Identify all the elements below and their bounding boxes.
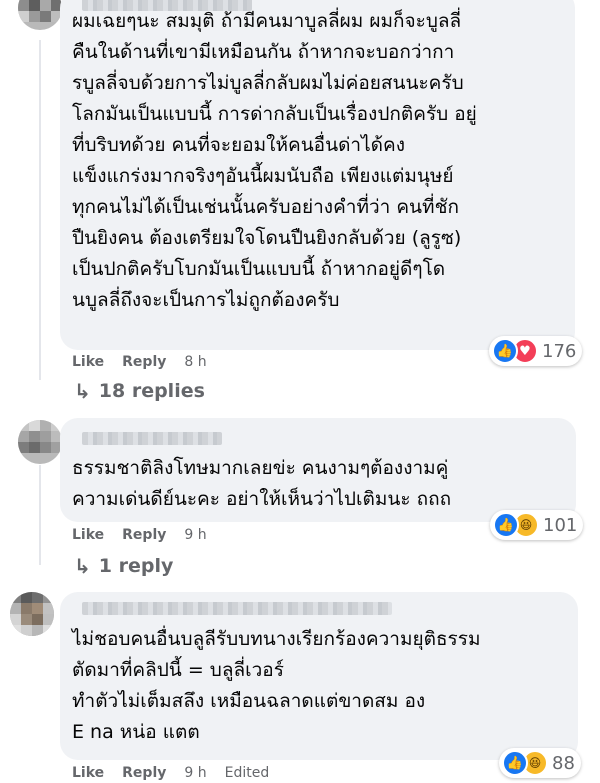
- comment-bubble: ไม่ชอบคนอื่นบลูลีรับบทนางเรียกร้องความยุ…: [60, 592, 578, 760]
- reaction-count: 88: [552, 752, 575, 774]
- timestamp[interactable]: 8 h: [184, 354, 206, 370]
- comment-actions: Like Reply 9 h: [72, 525, 225, 545]
- comment-text: ธรรมชาติลิงโทษมากเลยข่ะ คนงามๆต้องงามคู่…: [72, 457, 452, 510]
- comment-actions: Like Reply 9 h Edited: [72, 763, 287, 783]
- reply-button[interactable]: Reply: [122, 354, 166, 370]
- replies-count-label: 1 reply: [98, 555, 174, 577]
- comment-text: ไม่ชอบคนอื่นบลูลีรับบทนางเรียกร้องความยุ…: [72, 628, 481, 743]
- comment-actions: Like Reply 8 h: [72, 352, 225, 372]
- author-name[interactable]: [82, 602, 392, 615]
- replies-count-label: 18 replies: [98, 380, 205, 402]
- reply-arrow-icon: ↳: [74, 554, 91, 578]
- like-reaction-icon: 👍: [493, 512, 519, 538]
- like-reaction-icon: 👍: [502, 750, 528, 776]
- reaction-count: 101: [543, 514, 578, 536]
- reaction-summary[interactable]: 👍 😆 88: [499, 748, 581, 778]
- view-replies-link[interactable]: ↳ 1 reply: [74, 554, 173, 578]
- avatar[interactable]: [10, 592, 54, 636]
- comment-bubble: ธรรมชาติลิงโทษมากเลยข่ะ คนงามๆต้องงามคู่…: [60, 418, 576, 522]
- reaction-summary[interactable]: 👍 😆 101: [490, 510, 584, 540]
- like-button[interactable]: Like: [72, 354, 104, 370]
- like-reaction-icon: 👍: [492, 338, 518, 364]
- like-button[interactable]: Like: [72, 765, 104, 781]
- view-replies-link[interactable]: ↳ 18 replies: [74, 379, 205, 403]
- comment-bubble: ผมเฉยๆนะ สมมุติ ถ้ามีคนมาบูลลี่ผม ผมก็จะ…: [60, 0, 575, 350]
- thread-line: [39, 465, 41, 565]
- thread-line: [39, 40, 41, 380]
- reaction-summary[interactable]: 👍 ♥ 176: [489, 336, 583, 366]
- reply-button[interactable]: Reply: [122, 765, 166, 781]
- edited-label[interactable]: Edited: [225, 765, 270, 781]
- reaction-count: 176: [542, 340, 577, 362]
- like-button[interactable]: Like: [72, 527, 104, 543]
- avatar[interactable]: [18, 0, 62, 30]
- timestamp[interactable]: 9 h: [184, 527, 206, 543]
- comment-text: ผมเฉยๆนะ สมมุติ ถ้ามีคนมาบูลลี่ผม ผมก็จะ…: [72, 10, 477, 311]
- reply-button[interactable]: Reply: [122, 527, 166, 543]
- avatar[interactable]: [18, 420, 62, 464]
- timestamp[interactable]: 9 h: [184, 765, 206, 781]
- author-name[interactable]: [82, 432, 222, 445]
- reply-arrow-icon: ↳: [74, 379, 91, 403]
